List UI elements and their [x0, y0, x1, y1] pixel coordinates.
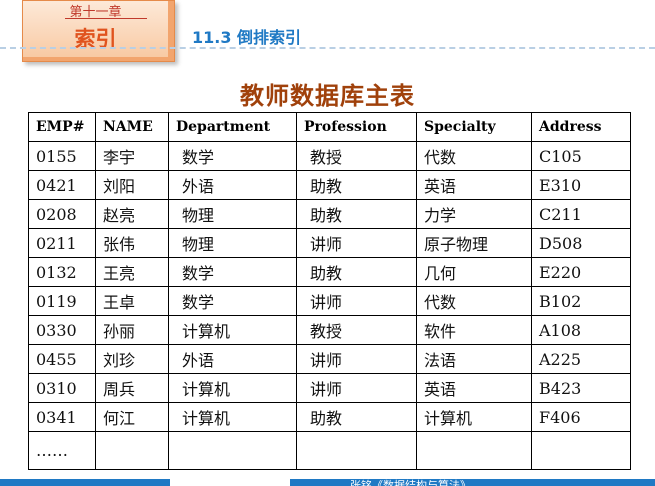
- cell-name: 李宇: [95, 141, 169, 171]
- cell-name: 何江: [95, 402, 169, 432]
- table-row: 0421 刘阳 外语 助教 英语 E310: [28, 170, 631, 200]
- page-number-tab: [170, 478, 290, 486]
- cell-profession: 助教: [296, 257, 417, 287]
- cell-specialty: 软件: [416, 315, 532, 345]
- header-specialty: Specialty: [416, 112, 532, 142]
- cell-profession: 助教: [296, 402, 417, 432]
- cell-specialty: 代数: [416, 286, 532, 316]
- empty-cell: [296, 431, 417, 470]
- cell-emp: 0208: [28, 199, 96, 229]
- cell-profession: 助教: [296, 170, 417, 200]
- cell-specialty: 几何: [416, 257, 532, 287]
- header-profession: Profession: [296, 112, 417, 142]
- cell-specialty: 法语: [416, 344, 532, 374]
- cell-department: 计算机: [168, 402, 297, 432]
- cell-name: 张伟: [95, 228, 169, 258]
- cell-profession: 讲师: [296, 373, 417, 403]
- cell-profession: 讲师: [296, 286, 417, 316]
- cell-emp: 0421: [28, 170, 96, 200]
- cell-department: 数学: [168, 141, 297, 171]
- cell-address: F406: [531, 402, 631, 432]
- footer-bar: [0, 479, 655, 486]
- header-address: Address: [531, 112, 631, 142]
- table-row: 0119 王卓 数学 讲师 代数 B102: [28, 286, 631, 316]
- cell-emp: 0330: [28, 315, 96, 345]
- table-row: 0455 刘珍 外语 讲师 法语 A225: [28, 344, 631, 374]
- header-name: NAME: [95, 112, 169, 142]
- cell-specialty: 力学: [416, 199, 532, 229]
- cell-address: A108: [531, 315, 631, 345]
- cell-department: 计算机: [168, 373, 297, 403]
- cell-name: 赵亮: [95, 199, 169, 229]
- cell-name: 刘阳: [95, 170, 169, 200]
- cell-address: E220: [531, 257, 631, 287]
- table-title: 教师数据库主表: [240, 82, 415, 110]
- cell-specialty: 英语: [416, 170, 532, 200]
- table-row: 0155 李宇 数学 教授 代数 C105: [28, 141, 631, 171]
- cell-name: 孙丽: [95, 315, 169, 345]
- footer-text: 张铭《数据结构与算法》: [350, 479, 471, 486]
- cell-profession: 讲师: [296, 228, 417, 258]
- table-row: 0132 王亮 数学 助教 几何 E220: [28, 257, 631, 287]
- empty-cell: [531, 431, 631, 470]
- cell-department: 数学: [168, 257, 297, 287]
- table-row: 0341 何江 计算机 助教 计算机 F406: [28, 402, 631, 432]
- cell-address: C211: [531, 199, 631, 229]
- cell-department: 外语: [168, 344, 297, 374]
- cell-address: D508: [531, 228, 631, 258]
- cell-name: 周兵: [95, 373, 169, 403]
- header-emp: EMP#: [28, 112, 96, 142]
- table-row: 0208 赵亮 物理 助教 力学 C211: [28, 199, 631, 229]
- cell-profession: 助教: [296, 199, 417, 229]
- cell-department: 物理: [168, 228, 297, 258]
- cell-emp: 0310: [28, 373, 96, 403]
- cell-department: 数学: [168, 286, 297, 316]
- teacher-table: EMP# NAME Department Profession Specialt…: [28, 112, 631, 470]
- cell-specialty: 英语: [416, 373, 532, 403]
- empty-cell: [168, 431, 297, 470]
- chapter-underline: [65, 18, 147, 19]
- table-row-ellipsis: ……: [28, 431, 631, 470]
- cell-address: B423: [531, 373, 631, 403]
- cell-address: C105: [531, 141, 631, 171]
- header-divider: [0, 47, 655, 49]
- cell-profession: 教授: [296, 141, 417, 171]
- cell-profession: 讲师: [296, 344, 417, 374]
- cell-specialty: 原子物理: [416, 228, 532, 258]
- cell-specialty: 代数: [416, 141, 532, 171]
- cell-name: 王亮: [95, 257, 169, 287]
- section-title: 11.3 倒排索引: [192, 28, 302, 47]
- table-row: 0330 孙丽 计算机 教授 软件 A108: [28, 315, 631, 345]
- cell-emp: 0455: [28, 344, 96, 374]
- cell-address: B102: [531, 286, 631, 316]
- cell-address: E310: [531, 170, 631, 200]
- empty-cell: [95, 431, 169, 470]
- cell-department: 物理: [168, 199, 297, 229]
- cell-emp: 0119: [28, 286, 96, 316]
- table-row: 0310 周兵 计算机 讲师 英语 B423: [28, 373, 631, 403]
- cell-name: 刘珍: [95, 344, 169, 374]
- empty-cell: [416, 431, 532, 470]
- cell-emp: 0341: [28, 402, 96, 432]
- cell-specialty: 计算机: [416, 402, 532, 432]
- header-department: Department: [168, 112, 297, 142]
- cell-department: 外语: [168, 170, 297, 200]
- cell-emp: 0132: [28, 257, 96, 287]
- table-row: 0211 张伟 物理 讲师 原子物理 D508: [28, 228, 631, 258]
- table-header-row: EMP# NAME Department Profession Specialt…: [28, 112, 631, 142]
- cell-department: 计算机: [168, 315, 297, 345]
- cell-emp: 0211: [28, 228, 96, 258]
- cell-name: 王卓: [95, 286, 169, 316]
- chapter-badge: 第十一章 索引: [22, 0, 175, 62]
- cell-address: A225: [531, 344, 631, 374]
- cell-profession: 教授: [296, 315, 417, 345]
- ellipsis-cell: ……: [28, 431, 96, 470]
- cell-emp: 0155: [28, 141, 96, 171]
